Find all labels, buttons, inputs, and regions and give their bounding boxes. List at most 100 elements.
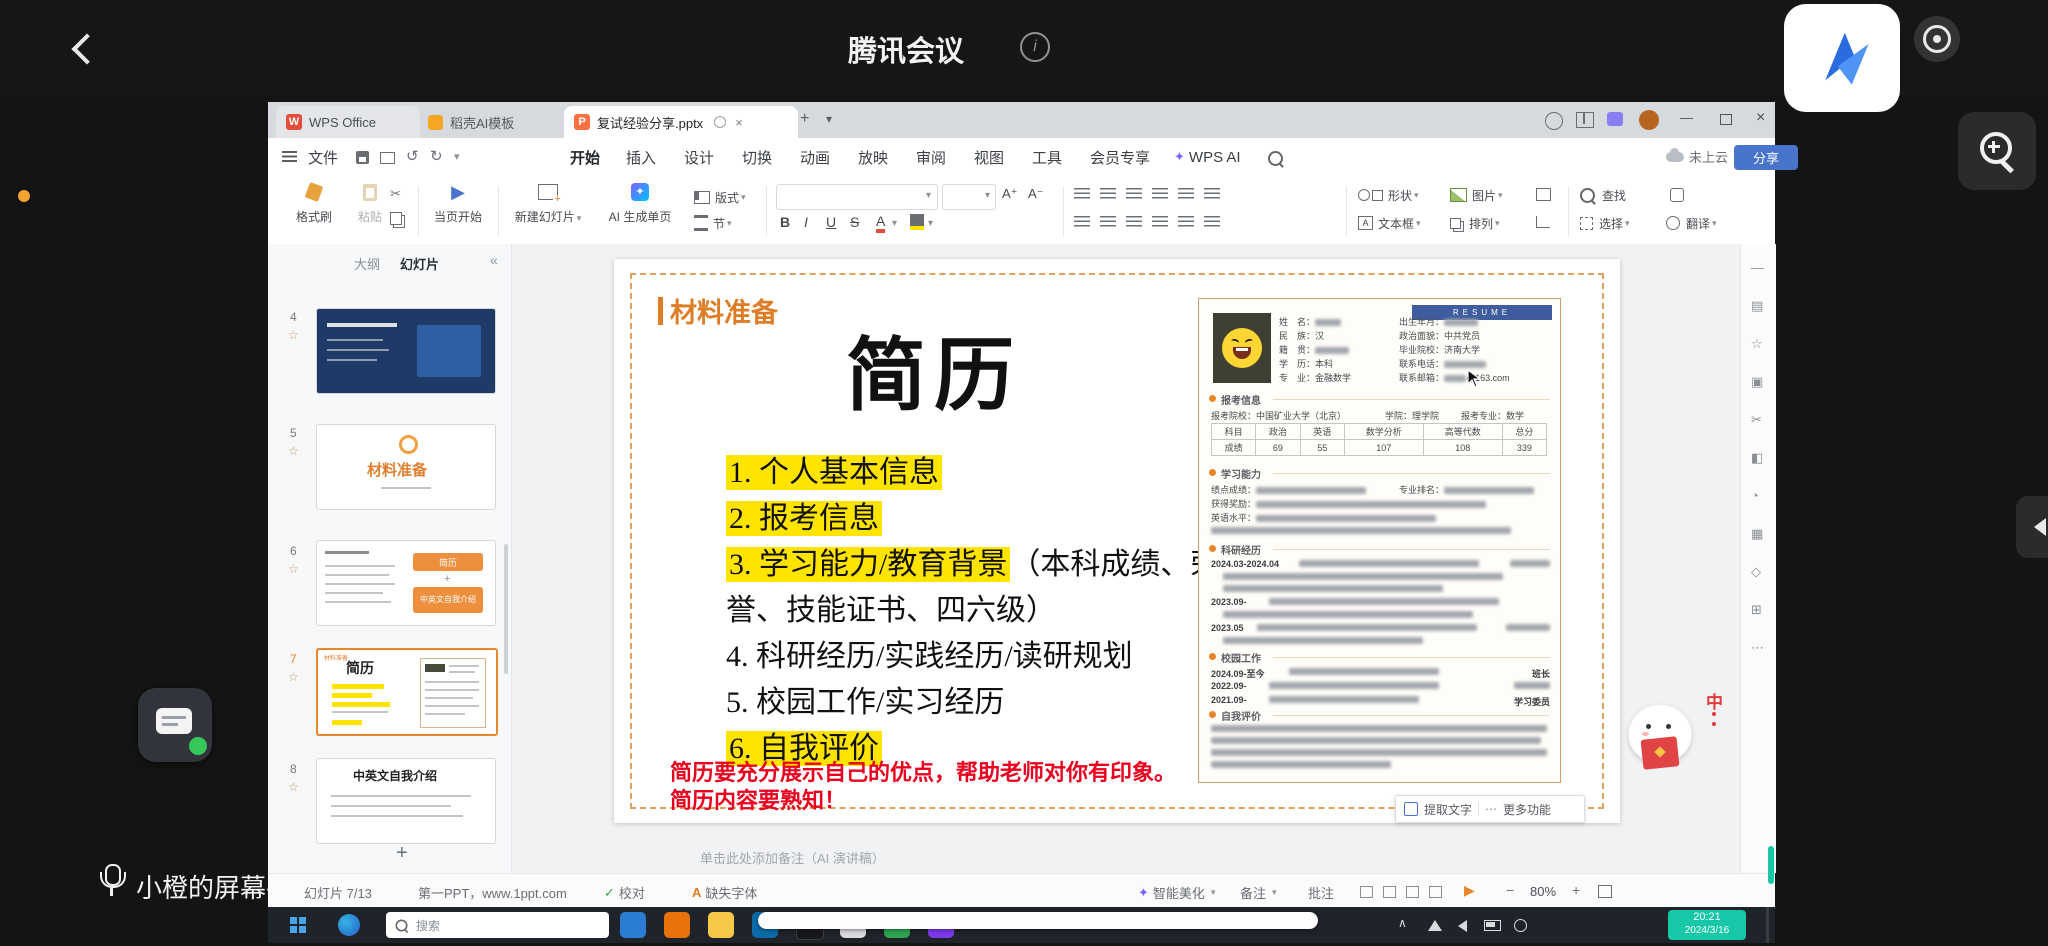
thumb-8-star-icon[interactable]: ☆	[288, 780, 299, 794]
menu-file[interactable]: 文件	[302, 138, 344, 176]
fit-slide-button[interactable]	[1598, 885, 1612, 898]
tab-slides[interactable]: 幻灯片	[400, 254, 439, 273]
menu-tab-design[interactable]: 设计	[678, 138, 720, 176]
tab-list-dropdown[interactable]: ▾	[826, 112, 832, 126]
tab-close-icon[interactable]: ×	[735, 115, 743, 130]
notes-placeholder[interactable]: 单击此处添加备注（AI 演讲稿）	[700, 848, 885, 867]
translate-button[interactable]: 翻译 ▾	[1666, 212, 1717, 234]
status-comments-button[interactable]: 批注	[1308, 883, 1334, 902]
text-direction-icon[interactable]	[1204, 188, 1220, 199]
menu-tab-start[interactable]: 开始	[564, 138, 607, 179]
panel-collapse-icon[interactable]: «	[490, 252, 498, 268]
sidebar-objects-icon[interactable]: ▣	[1751, 374, 1763, 390]
sidebar-chart-icon[interactable]: ◔	[1751, 488, 1759, 503]
copy-icon[interactable]	[390, 212, 402, 225]
font-color-dropdown-icon[interactable]: ▾	[892, 218, 897, 229]
tray-battery-icon[interactable]	[1484, 920, 1501, 931]
status-proofing[interactable]: ✓ 校对	[604, 883, 645, 902]
sidebar-template-icon[interactable]: ◧	[1751, 450, 1763, 466]
windows-start-button[interactable]	[290, 917, 306, 933]
columns-icon[interactable]	[1204, 216, 1220, 227]
slide-thumbnail-5[interactable]: 材料准备	[316, 424, 496, 510]
window-minimize-button[interactable]: —	[1680, 110, 1693, 125]
align-left-icon[interactable]	[1074, 216, 1090, 227]
arrange-button[interactable]: 排列 ▾	[1450, 212, 1500, 234]
menu-tab-transition[interactable]: 切换	[736, 138, 778, 176]
menu-tab-review[interactable]: 审阅	[910, 138, 952, 176]
select-button[interactable]: 选择 ▾	[1580, 212, 1630, 234]
thumb-6-star-icon[interactable]: ☆	[288, 562, 299, 576]
collab-icon[interactable]	[1545, 112, 1563, 130]
play-slideshow-button[interactable]: ▶	[1464, 882, 1475, 899]
slide-canvas[interactable]: 材料准备 简历 1. 个人基本信息 2. 报考信息 3. 学习能力/教育背景 （本…	[614, 259, 1620, 823]
outdent-icon[interactable]	[1126, 188, 1142, 199]
align-justify-icon[interactable]	[1152, 216, 1168, 227]
line-spacing-icon[interactable]	[1178, 188, 1194, 199]
italic-button[interactable]: I	[804, 214, 808, 230]
slide-thumbnail-4[interactable]	[316, 308, 496, 394]
view-reading-icon[interactable]	[1406, 886, 1419, 898]
chat-button[interactable]	[138, 688, 212, 762]
image-button[interactable]: 图片 ▾	[1450, 184, 1503, 206]
read-aloud-icon[interactable]	[1670, 188, 1684, 202]
edge-browser-icon[interactable]	[338, 914, 360, 936]
print-icon[interactable]	[380, 152, 395, 164]
menu-tab-animation[interactable]: 动画	[794, 138, 836, 176]
slide-thumbnail-8[interactable]: 中英文自我介绍	[316, 758, 496, 844]
status-beautify-button[interactable]: ✦ 智能美化 ▾	[1138, 883, 1215, 902]
underline-button[interactable]: U	[826, 214, 836, 230]
slide-thumbnail-7-selected[interactable]: 材料准备 简历	[316, 648, 498, 736]
add-slide-button[interactable]: +	[396, 842, 408, 865]
align-distribute-icon[interactable]	[1178, 216, 1194, 227]
taskbar-clock[interactable]: 20:21 2024/3/16	[1668, 910, 1746, 940]
sidebar-crop-icon[interactable]: ✂	[1751, 412, 1762, 428]
record-button[interactable]	[1914, 16, 1960, 62]
menu-search-icon[interactable]	[1268, 151, 1283, 166]
panel-scrollbar[interactable]	[504, 544, 508, 674]
view-normal-icon[interactable]	[1360, 886, 1373, 898]
bullet-list-icon[interactable]	[1074, 188, 1090, 199]
font-decrease-button[interactable]: A⁻	[1028, 186, 1044, 202]
vertical-scrollbar[interactable]	[1768, 846, 1774, 884]
indent-icon[interactable]	[1152, 188, 1168, 199]
slide-thumbnail-6[interactable]: 简历 + 中英文自我介绍	[316, 540, 496, 626]
more-functions-button[interactable]: 更多功能	[1503, 801, 1551, 818]
sidebar-properties-icon[interactable]: ▤	[1751, 298, 1763, 314]
font-size-select[interactable]: ▾	[942, 184, 996, 210]
info-icon[interactable]: i	[1020, 32, 1050, 62]
font-color-button[interactable]: A	[876, 214, 886, 233]
bold-button[interactable]: B	[780, 214, 790, 230]
window-restore-button[interactable]	[1720, 114, 1732, 125]
shapes-button[interactable]: 形状 ▾	[1358, 184, 1419, 206]
menu-tab-wps-ai[interactable]: ✦ WPS AI	[1168, 138, 1247, 176]
tray-caret-icon[interactable]: ∧	[1398, 916, 1407, 930]
extract-text-button[interactable]: 提取文字	[1424, 801, 1472, 818]
sidebar-more-icon[interactable]: ⋯	[1751, 640, 1764, 656]
highlight-button[interactable]	[910, 214, 924, 230]
layout-split-icon[interactable]	[1576, 112, 1594, 128]
assistant-icon[interactable]	[1607, 112, 1623, 126]
smartart-icon[interactable]	[1536, 188, 1551, 201]
textbox-button[interactable]: A 文本框 ▾	[1358, 212, 1421, 234]
tray-globe-icon[interactable]	[1514, 919, 1527, 932]
redo-icon[interactable]: ↻	[430, 147, 443, 165]
thumb-5-star-icon[interactable]: ☆	[288, 444, 299, 458]
undo-icon[interactable]: ↺	[406, 147, 419, 165]
share-button[interactable]: 分享	[1734, 145, 1798, 170]
section-button[interactable]: 节 ▾	[694, 212, 732, 234]
sidebar-apps-icon[interactable]: ⊞	[1751, 602, 1762, 618]
taskbar-app-icon[interactable]	[620, 912, 646, 938]
sidebar-favorites-icon[interactable]: ☆	[1751, 336, 1763, 352]
cloud-status[interactable]: 未上云	[1666, 147, 1728, 166]
resume-image[interactable]: RESUME 姓 名： 民 族：汉 籍 贯： 学 历：本科 专 业：金融数学 出…	[1198, 298, 1561, 783]
taskbar-search-box[interactable]: 搜索	[386, 912, 609, 938]
horizontal-scrollbar[interactable]	[758, 912, 1318, 929]
menu-tab-view[interactable]: 视图	[968, 138, 1010, 176]
tab-template[interactable]: 稻壳AI模板	[418, 106, 568, 138]
align-right-icon[interactable]	[1126, 216, 1142, 227]
show-desktop-strip[interactable]	[1766, 907, 1769, 943]
new-slide-button[interactable]: + 新建幻灯片 ▾	[508, 180, 588, 225]
status-missing-font[interactable]: A 缺失字体	[692, 883, 757, 902]
menu-tab-member[interactable]: 会员专享	[1084, 138, 1156, 176]
qat-dropdown-icon[interactable]: ▾	[454, 150, 460, 163]
